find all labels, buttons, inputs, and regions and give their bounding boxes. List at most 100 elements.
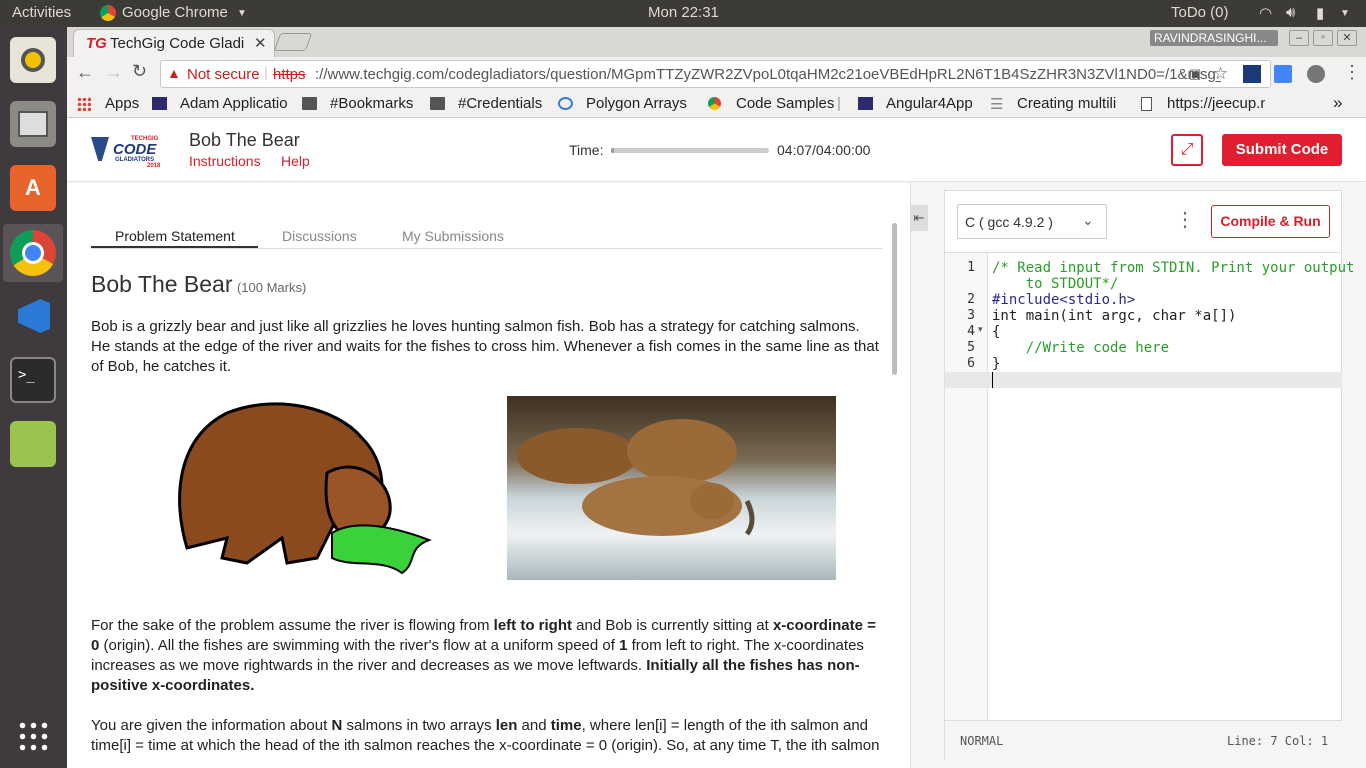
time-progress-bar: [611, 148, 769, 153]
bookmark-folder-credentials[interactable]: #Credentials: [458, 95, 542, 112]
software-center-icon[interactable]: A: [10, 165, 56, 211]
folder-icon: [302, 97, 317, 110]
problem-paragraph-1: Bob is a grizzly bear and just like all …: [91, 318, 879, 375]
system-top-bar: Activities Google Chrome ▼ Mon 22:31 ToD…: [0, 0, 1366, 27]
language-select[interactable]: C ( gcc 4.9.2 ) ⌄: [957, 204, 1107, 239]
bookmark-star-icon[interactable]: ☆: [1213, 64, 1228, 84]
url-scheme: https: [273, 66, 306, 83]
problem-paragraph-2: For the sake of the problem assume the r…: [91, 617, 876, 694]
line-gutter: 1 2 3 4 ▾ 5 6 7: [945, 253, 988, 720]
clock[interactable]: Mon 22:31: [648, 4, 719, 21]
url-text: ://www.techgig.com/codegladiators/questi…: [315, 66, 1221, 83]
bookmark-code-samples[interactable]: Code Samples: [736, 95, 834, 112]
close-window-icon[interactable]: ✕: [1337, 30, 1357, 46]
battery-icon[interactable]: ▮: [1316, 4, 1324, 22]
address-bar[interactable]: ▲ Not secure | https ://www.techgig.com/…: [160, 60, 1271, 88]
problem-paragraph-3: You are given the information about N sa…: [91, 717, 880, 754]
launcher-dock: A >_: [0, 27, 67, 768]
list-icon: ☰: [990, 96, 1004, 113]
time-label: Time:: [569, 142, 604, 158]
angular-favicon: [858, 97, 873, 110]
terminal-icon[interactable]: >_: [10, 357, 56, 403]
app-header: TECHGIG CODE GLADIATORS 2018 Bob The Bea…: [67, 118, 1366, 182]
translate-extension-icon[interactable]: [1274, 65, 1292, 83]
cursor-position: Line: 7 Col: 1: [1227, 734, 1329, 748]
security-label[interactable]: Not secure: [187, 66, 260, 83]
tab-strip: TG TechGig Code Gladi ✕ RAVINDRASINGHI..…: [67, 27, 1366, 57]
editor-card: C ( gcc 4.9.2 ) ⌄ ⋮ Compile & Run 1 2 3 …: [944, 190, 1354, 760]
reload-icon[interactable]: ↻: [132, 61, 147, 82]
tab-problem-statement[interactable]: Problem Statement: [115, 228, 235, 244]
news-extension-icon[interactable]: [1243, 65, 1261, 83]
close-tab-icon[interactable]: ✕: [254, 34, 267, 52]
todo-indicator[interactable]: ToDo (0): [1171, 4, 1229, 21]
tab-discussions[interactable]: Discussions: [282, 228, 357, 244]
new-tab-button[interactable]: [273, 33, 313, 51]
folder-icon: [430, 97, 445, 110]
submit-code-button[interactable]: Submit Code: [1222, 134, 1342, 166]
wifi-icon[interactable]: ◠: [1259, 4, 1272, 22]
vscode-icon[interactable]: [10, 293, 56, 339]
minimize-icon[interactable]: –: [1289, 30, 1309, 46]
bookmark-jeecup[interactable]: https://jeecup.n: [1167, 95, 1265, 112]
bookmark-folder-bookmarks[interactable]: #Bookmarks: [330, 95, 413, 112]
vim-mode: NORMAL: [960, 734, 1004, 748]
help-link[interactable]: Help: [281, 153, 310, 169]
browser-tab[interactable]: TG TechGig Code Gladi ✕: [73, 29, 275, 57]
bookmarks-overflow[interactable]: »: [1333, 93, 1342, 113]
bookmark-creating[interactable]: Creating multili: [1017, 95, 1126, 112]
bears-photo-image: [507, 396, 836, 580]
cartoon-bear-image: [167, 398, 434, 579]
back-icon[interactable]: ←: [76, 62, 94, 83]
bookmark-polygon[interactable]: Polygon Arrays: [586, 95, 694, 112]
settings-extension-icon[interactable]: [1307, 65, 1325, 83]
code-gladiators-logo[interactable]: TECHGIG CODE GLADIATORS 2018: [91, 136, 167, 169]
app-menu[interactable]: Google Chrome: [122, 4, 228, 21]
chevron-down-icon: ▼: [237, 8, 247, 19]
editor-pane: ⇤ C ( gcc 4.9.2 ) ⌄ ⋮ Compile & Run 1 2 …: [910, 183, 1366, 768]
options-icon[interactable]: ⋮: [1175, 207, 1195, 232]
problem-scrollbar[interactable]: [892, 223, 897, 375]
omnibox-divider: |: [264, 64, 268, 81]
instructions-link[interactable]: Instructions: [189, 153, 261, 169]
show-apps-icon[interactable]: [17, 720, 49, 752]
bookmarks-bar: Apps Adam Applicatio #Bookmarks #Credent…: [67, 90, 1366, 118]
blocked-popup-icon[interactable]: ▣: [1189, 66, 1201, 82]
bookmark-separator: |: [837, 95, 841, 112]
code-samples-favicon: [708, 97, 721, 110]
chevron-down-icon: ⌄: [1082, 212, 1094, 228]
menu-icon[interactable]: ⋮: [1343, 62, 1361, 83]
fullscreen-icon[interactable]: ⤢: [1171, 134, 1203, 166]
profile-button[interactable]: RAVINDRASINGHI...: [1150, 30, 1278, 46]
code-editor[interactable]: /* Read input from STDIN. Print your out…: [992, 260, 1354, 400]
system-menu-icon[interactable]: ▼: [1340, 8, 1350, 19]
activities-button[interactable]: Activities: [12, 4, 71, 21]
editor-status-bar: NORMAL Line: 7 Col: 1: [945, 720, 1342, 760]
bookmark-apps[interactable]: Apps: [105, 95, 139, 112]
forward-icon[interactable]: →: [105, 62, 123, 83]
compile-run-button[interactable]: Compile & Run: [1211, 205, 1330, 238]
polygon-favicon: [558, 97, 573, 110]
text-editor-icon[interactable]: [10, 421, 56, 467]
files-icon[interactable]: [10, 101, 56, 147]
tab-title: TechGig Code Gladi: [110, 35, 245, 52]
warning-icon: ▲: [167, 65, 181, 81]
toolbar: ← → ↻ ▲ Not secure | https ://www.techgi…: [67, 57, 1366, 90]
volume-icon[interactable]: 🔊︎: [1286, 4, 1295, 21]
rhythmbox-icon[interactable]: [10, 37, 56, 83]
bookmark-adam[interactable]: Adam Applicatio: [180, 95, 289, 112]
page-title: Bob The Bear: [189, 130, 300, 150]
collapse-pane-icon[interactable]: ⇤: [910, 205, 928, 231]
restore-icon[interactable]: ▫: [1313, 30, 1333, 46]
bookmark-angular4app[interactable]: Angular4App: [886, 95, 973, 112]
problem-title: Bob The Bear: [91, 271, 233, 297]
problem-heading: Bob The Bear (100 Marks): [91, 271, 306, 298]
chrome-small-icon: [100, 5, 116, 21]
tab-active-underline: [91, 246, 258, 248]
tab-divider: [91, 248, 883, 249]
chrome-icon[interactable]: [10, 230, 56, 276]
fold-icon[interactable]: ▾: [978, 324, 983, 335]
techgig-favicon: TG: [86, 35, 107, 52]
tab-my-submissions[interactable]: My Submissions: [402, 228, 504, 244]
page-icon: [1141, 97, 1152, 111]
